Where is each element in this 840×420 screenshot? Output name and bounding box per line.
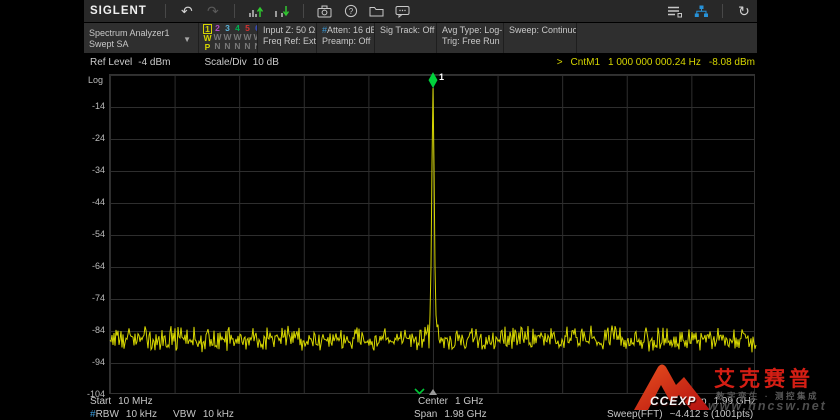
mode-subtitle: Swept SA: [89, 39, 183, 50]
sig-track-settings[interactable]: Sig Track: Off: [374, 23, 436, 53]
amplitude-info-row: Ref Level -4 dBm Scale/Div 10 dB: [90, 57, 285, 68]
marker-1-diamond-icon: [429, 72, 438, 88]
avg-type-field: Avg Type: Log-Pwr: [442, 25, 499, 36]
lan-network-icon: [694, 5, 709, 18]
freq-ref-field: Freq Ref: Ext(S): [263, 36, 312, 47]
lan-status-button[interactable]: [688, 1, 714, 21]
watermark-url: www.hncsw.net: [708, 399, 827, 413]
marker-readout-amplitude: -8.08 dBm: [709, 57, 755, 68]
y-axis-tick-label: -34: [64, 165, 105, 175]
y-axis-tick-label: -44: [64, 197, 105, 207]
file-button[interactable]: [364, 1, 390, 21]
input-z-field: Input Z: 50 Ω: [263, 25, 312, 36]
peak-search-icon: [248, 5, 264, 18]
sig-track-field: Sig Track: Off: [380, 25, 432, 36]
reset-icon: ↻: [738, 4, 750, 18]
trace-4-status[interactable]: 4 W N: [234, 24, 241, 53]
peak-search-button[interactable]: [243, 1, 269, 21]
span-value: 1.98 GHz: [444, 409, 486, 420]
toolbar-divider: [303, 4, 304, 18]
bw-fields[interactable]: #RBW 10 kHz VBW 10 kHz: [90, 409, 234, 420]
sweep-settings[interactable]: Sweep: Continuous: [503, 23, 576, 53]
toolbar-divider: [234, 4, 235, 18]
folder-icon: [369, 5, 384, 17]
watermark-brand-cn: 艾克赛普: [714, 363, 814, 393]
spectrum-analyzer-screen: SIGLENT ↶ ↷: [0, 0, 840, 420]
preamp-field: Preamp: Off: [322, 36, 370, 47]
trace-1-status[interactable]: 1 W P: [204, 24, 211, 53]
y-axis-tick-label: -54: [64, 229, 105, 239]
menu-list-button[interactable]: [662, 1, 688, 21]
center-freq-field[interactable]: Center 1 GHz: [418, 396, 483, 407]
rbw-label: RBW: [96, 409, 119, 420]
y-axis-tick-label: -74: [64, 293, 105, 303]
sweep-mode-field: Sweep: Continuous: [509, 25, 572, 36]
rbw-value: 10 kHz: [126, 409, 157, 420]
trace-status-panel[interactable]: 1 W P 2 W N 3 W N 4 W N 5 W N: [198, 23, 257, 53]
y-axis-tick-label: -64: [64, 261, 105, 271]
scale-div-value[interactable]: 10 dB: [253, 57, 279, 68]
marker-readout: > CntM1 1 000 000 000.24 Hz -8.08 dBm: [549, 57, 755, 68]
menu-list-icon: [667, 5, 683, 18]
trace-2-status[interactable]: 2 W N: [214, 24, 221, 53]
settings-bar: Spectrum Analyzer1 Swept SA ▼ 1 W P 2 W …: [84, 23, 757, 53]
marker-readout-name: CntM1: [571, 57, 600, 68]
settings-bar-filler: [576, 23, 757, 53]
undo-icon: ↶: [181, 4, 193, 18]
vbw-label: VBW: [173, 409, 196, 420]
marker-1-label: 1: [439, 72, 444, 82]
span-field[interactable]: Span 1.98 GHz: [414, 409, 487, 420]
mode-title: Spectrum Analyzer1: [89, 28, 183, 39]
undo-button[interactable]: ↶: [174, 1, 200, 21]
ccexp-watermark: CCEXP 艾克赛普 数字孪生 · 测控集成 www.hncsw.net: [630, 344, 838, 418]
scale-div-label: Scale/Div: [204, 57, 246, 68]
ccexp-logo-text: CCEXP: [650, 394, 696, 408]
camera-icon: [317, 5, 332, 18]
help-icon: ?: [344, 4, 358, 18]
y-axis-tick-label: -24: [64, 133, 105, 143]
marker-readout-frequency: 1 000 000 000.24 Hz: [608, 57, 701, 68]
preset-reset-button[interactable]: ↻: [731, 1, 757, 21]
vbw-value: 10 kHz: [203, 409, 234, 420]
trace-3-status[interactable]: 3 W N: [224, 24, 231, 53]
log-scale-label: Log: [88, 75, 103, 85]
input-settings[interactable]: Input Z: 50 Ω Freq Ref: Ext(S): [257, 23, 316, 53]
min-search-button[interactable]: [269, 1, 295, 21]
toolbar-divider: [165, 4, 166, 18]
top-toolbar: SIGLENT ↶ ↷: [84, 0, 757, 22]
redo-button[interactable]: ↷: [200, 1, 226, 21]
marker-axis-chevron-icon: [414, 388, 425, 395]
trace-5-status[interactable]: 5 W N: [244, 24, 251, 53]
screenshot-button[interactable]: [312, 1, 338, 21]
y-axis-tick-label: -84: [64, 325, 105, 335]
ref-level-label: Ref Level: [90, 57, 132, 68]
help-button[interactable]: ?: [338, 1, 364, 21]
toolbar-divider: [722, 4, 723, 18]
start-value: 10 MHz: [118, 396, 152, 407]
span-label: Span: [414, 409, 437, 420]
y-axis-tick-label: -14: [64, 101, 105, 111]
message-icon: [395, 5, 410, 18]
mode-selector[interactable]: Spectrum Analyzer1 Swept SA ▼: [84, 23, 198, 53]
redo-icon: ↷: [207, 4, 219, 18]
marker-readout-prefix: >: [557, 57, 563, 68]
svg-text:?: ?: [349, 7, 354, 16]
center-value: 1 GHz: [455, 396, 483, 407]
ref-level-value[interactable]: -4 dBm: [138, 57, 170, 68]
center-freq-tick-icon: [429, 389, 437, 395]
atten-field: #Atten: 16 dB: [322, 25, 370, 36]
min-search-icon: [274, 5, 290, 18]
avg-trig-settings[interactable]: Avg Type: Log-Pwr Trig: Free Run: [436, 23, 503, 53]
chevron-down-icon: ▼: [183, 34, 191, 45]
y-axis-tick-label: -94: [64, 357, 105, 367]
siglent-logo: SIGLENT: [90, 5, 147, 17]
start-freq-field[interactable]: Start 10 MHz: [90, 396, 153, 407]
rbw-coupled-flag: #: [90, 409, 96, 420]
start-label: Start: [90, 396, 111, 407]
center-label: Center: [418, 396, 448, 407]
message-button[interactable]: [390, 1, 416, 21]
atten-settings[interactable]: #Atten: 16 dB Preamp: Off: [316, 23, 374, 53]
trig-field: Trig: Free Run: [442, 36, 499, 47]
